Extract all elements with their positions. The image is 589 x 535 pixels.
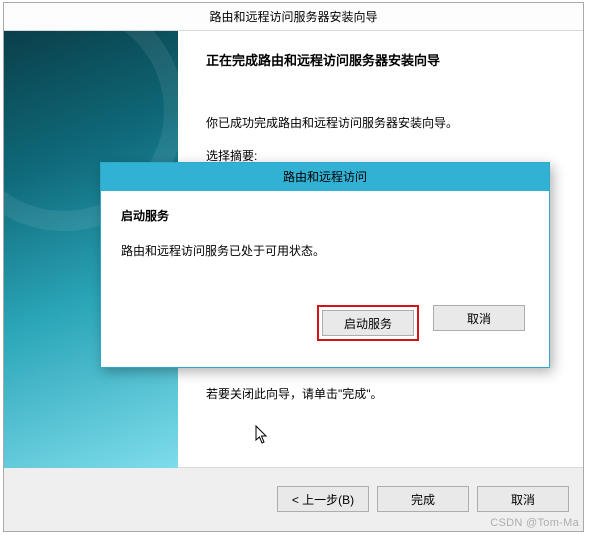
- start-service-highlight: 启动服务: [317, 305, 419, 341]
- wizard-cancel-button[interactable]: 取消: [477, 486, 569, 512]
- start-service-button[interactable]: 启动服务: [322, 310, 414, 336]
- wizard-done-msg: 你已成功完成路由和远程访问服务器安装向导。: [206, 114, 565, 133]
- wizard-title: 路由和远程访问服务器安装向导: [4, 3, 583, 31]
- modal-heading: 启动服务: [121, 207, 529, 224]
- modal-dialog: 路由和远程访问 启动服务 路由和远程访问服务已处于可用状态。 启动服务 取消: [100, 162, 550, 368]
- modal-body: 启动服务 路由和远程访问服务已处于可用状态。 启动服务 取消: [101, 191, 549, 341]
- finish-button[interactable]: 完成: [377, 486, 469, 512]
- back-button[interactable]: < 上一步(B): [277, 486, 369, 512]
- modal-title: 路由和远程访问: [101, 163, 549, 191]
- wizard-close-hint: 若要关闭此向导，请单击"完成"。: [206, 385, 565, 404]
- modal-cancel-button[interactable]: 取消: [433, 305, 525, 331]
- watermark: CSDN @Tom-Ma: [490, 517, 579, 529]
- modal-footer: 启动服务 取消: [121, 305, 529, 341]
- modal-msg: 路由和远程访问服务已处于可用状态。: [121, 242, 529, 259]
- wizard-heading: 正在完成路由和远程访问服务器安装向导: [206, 51, 565, 72]
